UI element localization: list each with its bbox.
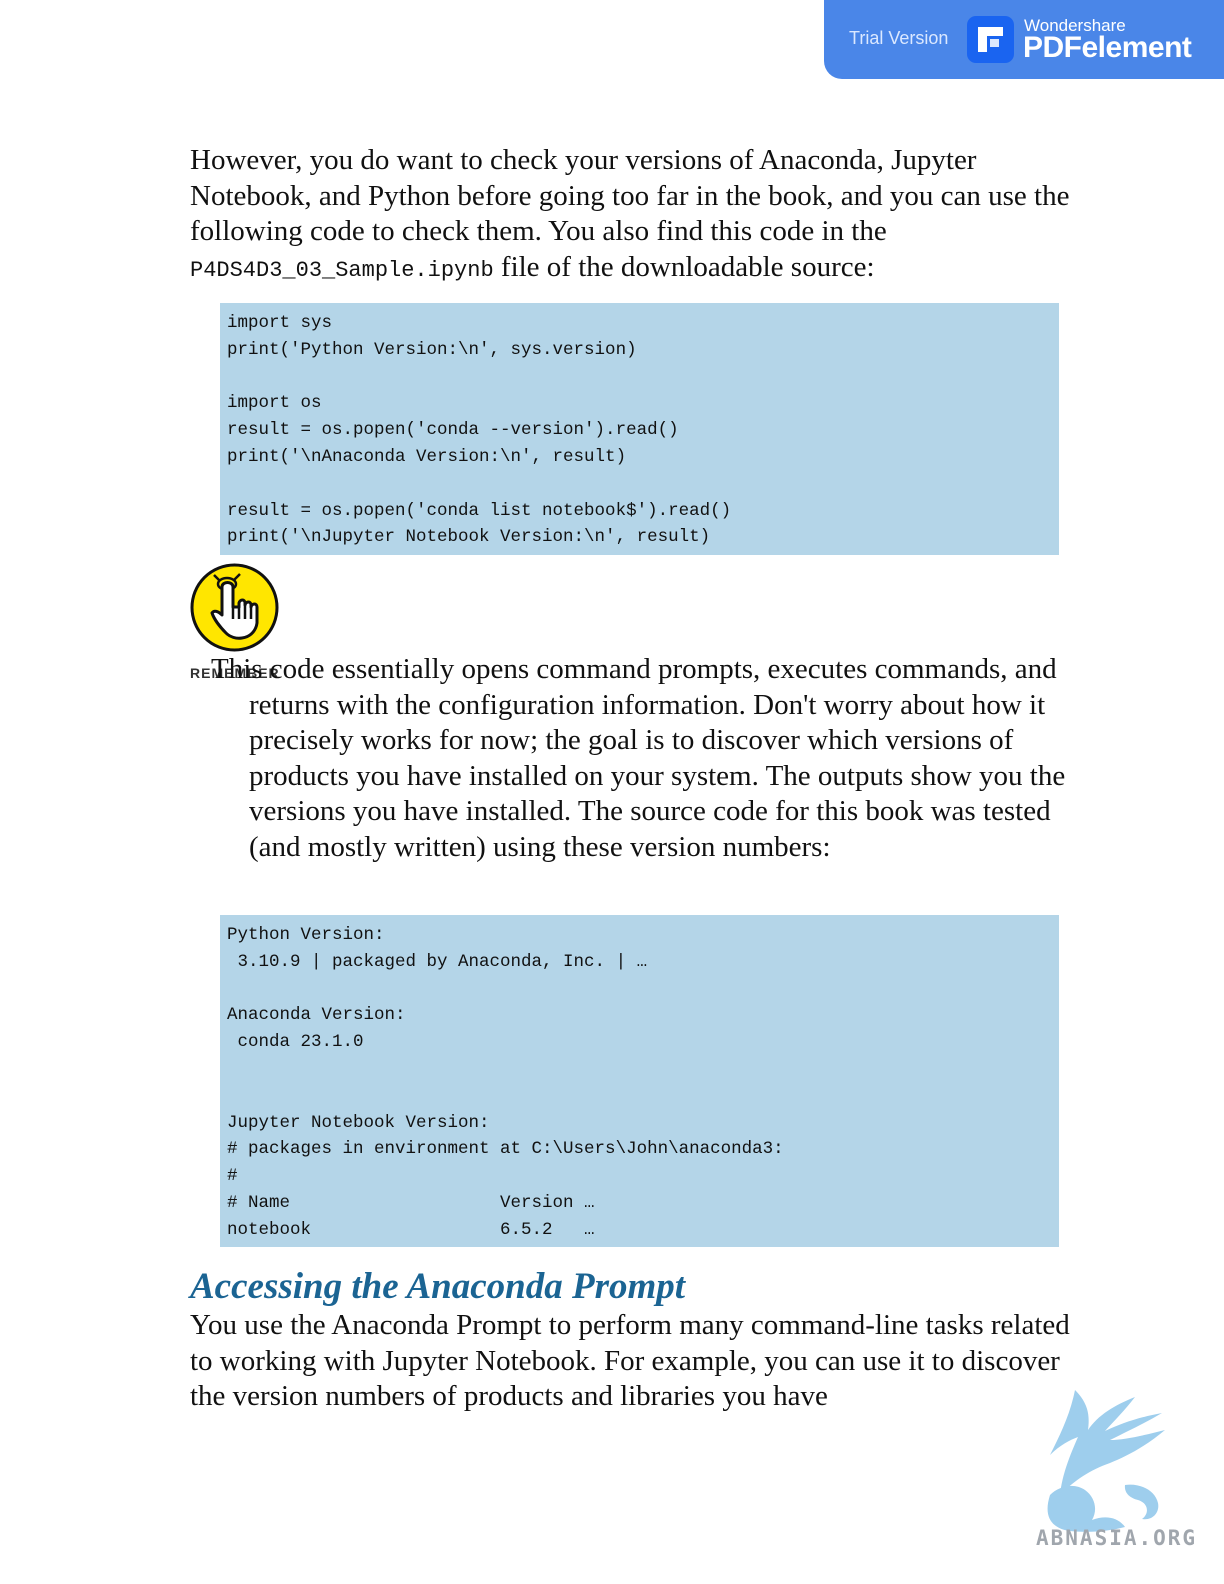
pointing-finger-string-icon	[190, 563, 279, 652]
intro-text-after: file of the downloadable source:	[493, 250, 875, 283]
intro-text-before: However, you do want to check your versi…	[190, 144, 1070, 247]
version-check-code-block: import sys print('Python Version:\n', sy…	[220, 303, 1059, 555]
product-name: PDFelement	[1023, 31, 1192, 64]
section-paragraph: You use the Anaconda Prompt to perform m…	[190, 1309, 1070, 1412]
griffin-logo-icon	[1030, 1385, 1210, 1545]
sample-filename: P4DS4D3_03_Sample.ipynb	[190, 257, 494, 283]
trial-banner[interactable]: Trial Version Wondershare PDFelement	[824, 0, 1224, 79]
pdfelement-logo-icon	[967, 16, 1014, 63]
version-output-code-block: Python Version: 3.10.9 | packaged by Ana…	[220, 915, 1059, 1247]
intro-paragraph: However, you do want to check your versi…	[190, 143, 1070, 288]
remember-paragraph: This code essentially opens command prom…	[211, 653, 1066, 863]
trial-version-label: Trial Version	[849, 28, 949, 48]
section-heading: Accessing the Anaconda Prompt	[190, 1266, 686, 1307]
watermark-text: ABNASIA.ORG	[1036, 1526, 1198, 1550]
